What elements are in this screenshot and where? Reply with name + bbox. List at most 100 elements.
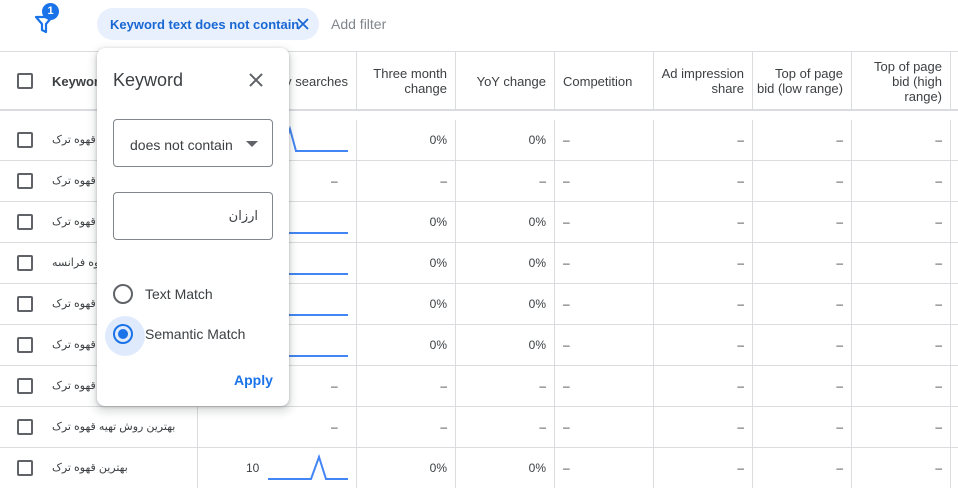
impression-cell: –	[654, 284, 753, 324]
operator-select-value: does not contain	[130, 137, 233, 153]
header-three-month-change[interactable]: Three month change	[357, 52, 456, 110]
text-match-option[interactable]: Text Match	[113, 284, 213, 304]
header-competition[interactable]: Competition	[555, 52, 654, 110]
text-match-radio[interactable]	[113, 284, 133, 304]
bid-high-cell: –	[852, 202, 951, 242]
filter-bar: 1 Keyword text does not contain Add filt…	[0, 0, 958, 50]
yoy-cell: 0%	[456, 120, 555, 160]
header-ad-impression-share[interactable]: Ad impression share	[654, 52, 753, 110]
text-match-label: Text Match	[145, 286, 213, 302]
yoy-cell: 0%	[456, 284, 555, 324]
row-checkbox[interactable]	[17, 173, 33, 189]
keyword-text: قهوه ترک	[52, 134, 96, 146]
searches-value: –	[331, 379, 338, 393]
operator-select[interactable]: does not contain	[113, 119, 273, 167]
table-row: بهترین قهوه ترک 10 0% 0% – – – –	[0, 448, 958, 488]
impression-cell: –	[654, 407, 753, 447]
add-filter-button[interactable]: Add filter	[331, 16, 386, 32]
table-row: بهترین روش تهیه قهوه ترک – – – – – – –	[0, 407, 958, 448]
header-impression-label: Ad impression share	[661, 66, 744, 96]
competition-cell: –	[555, 448, 654, 488]
semantic-match-option[interactable]: Semantic Match	[105, 316, 246, 356]
competition-cell: –	[555, 243, 654, 283]
header-bid-high-label: Top of page bid (high range)	[874, 58, 942, 104]
bid-low-cell: –	[753, 448, 852, 488]
bid-high-cell: –	[852, 243, 951, 283]
close-icon[interactable]	[248, 72, 264, 88]
row-checkbox[interactable]	[17, 132, 33, 148]
keyword-value-input[interactable]	[113, 192, 273, 240]
impression-cell: –	[654, 448, 753, 488]
keyword-text: قهوه ترک	[52, 175, 96, 187]
three-month-cell: –	[357, 407, 456, 447]
yoy-cell: –	[456, 366, 555, 406]
bid-low-cell: –	[753, 284, 852, 324]
searches-value: –	[331, 174, 338, 188]
yoy-cell: 0%	[456, 448, 555, 488]
filter-chip[interactable]: Keyword text does not contain	[97, 8, 319, 40]
header-bid-high[interactable]: Top of page bid (high range)	[852, 52, 951, 110]
yoy-cell: 0%	[456, 243, 555, 283]
row-checkbox[interactable]	[17, 255, 33, 271]
bid-high-cell: –	[852, 407, 951, 447]
close-icon[interactable]	[296, 17, 310, 31]
searches-value: –	[331, 420, 338, 434]
bid-high-cell: –	[852, 161, 951, 201]
header-keyword-label: Keywor	[52, 73, 99, 89]
three-month-cell: 0%	[357, 284, 456, 324]
competition-cell: –	[555, 407, 654, 447]
row-checkbox[interactable]	[17, 419, 33, 435]
impression-cell: –	[654, 366, 753, 406]
row-checkbox[interactable]	[17, 296, 33, 312]
apply-button[interactable]: Apply	[234, 372, 273, 388]
header-competition-label: Competition	[563, 73, 633, 89]
semantic-match-radio[interactable]	[105, 316, 145, 356]
header-bid-low-label: Top of page bid (low range)	[757, 66, 843, 96]
impression-cell: –	[654, 243, 753, 283]
searches-value: 10	[246, 461, 260, 475]
select-all-checkbox[interactable]	[17, 73, 33, 89]
header-yoy-label: YoY change	[476, 73, 546, 89]
impression-cell: –	[654, 120, 753, 160]
three-month-cell: 0%	[357, 325, 456, 365]
header-yoy-change[interactable]: YoY change	[456, 52, 555, 110]
semantic-match-label: Semantic Match	[145, 326, 246, 342]
bid-low-cell: –	[753, 407, 852, 447]
bid-high-cell: –	[852, 366, 951, 406]
competition-cell: –	[555, 202, 654, 242]
bid-high-cell: –	[852, 284, 951, 324]
bid-low-cell: –	[753, 161, 852, 201]
row-checkbox[interactable]	[17, 460, 33, 476]
three-month-cell: 0%	[357, 448, 456, 488]
bid-low-cell: –	[753, 325, 852, 365]
impression-cell: –	[654, 325, 753, 365]
three-month-cell: 0%	[357, 202, 456, 242]
bid-low-cell: –	[753, 243, 852, 283]
competition-cell: –	[555, 366, 654, 406]
row-checkbox[interactable]	[17, 378, 33, 394]
yoy-cell: –	[456, 407, 555, 447]
bid-high-cell: –	[852, 325, 951, 365]
competition-cell: –	[555, 161, 654, 201]
trend-sparkline	[268, 453, 348, 480]
yoy-cell: 0%	[456, 202, 555, 242]
bid-high-cell: –	[852, 120, 951, 160]
three-month-cell: 0%	[357, 120, 456, 160]
header-bid-low[interactable]: Top of page bid (low range)	[753, 52, 852, 110]
filter-count-badge: 1	[42, 3, 59, 20]
three-month-cell: –	[357, 161, 456, 201]
yoy-cell: –	[456, 161, 555, 201]
bid-low-cell: –	[753, 120, 852, 160]
row-checkbox[interactable]	[17, 337, 33, 353]
three-month-cell: –	[357, 366, 456, 406]
header-searches-label: ly searches	[282, 73, 348, 89]
keyword-filter-popup: Keyword does not contain Text Match Sema…	[97, 48, 289, 406]
impression-cell: –	[654, 161, 753, 201]
row-checkbox[interactable]	[17, 214, 33, 230]
header-three-month-label: Three month change	[373, 66, 447, 96]
three-month-cell: 0%	[357, 243, 456, 283]
keyword-text: بهترین قهوه ترک	[52, 462, 128, 474]
competition-cell: –	[555, 120, 654, 160]
filter-chip-label: Keyword text does not contain	[110, 16, 300, 32]
yoy-cell: 0%	[456, 325, 555, 365]
